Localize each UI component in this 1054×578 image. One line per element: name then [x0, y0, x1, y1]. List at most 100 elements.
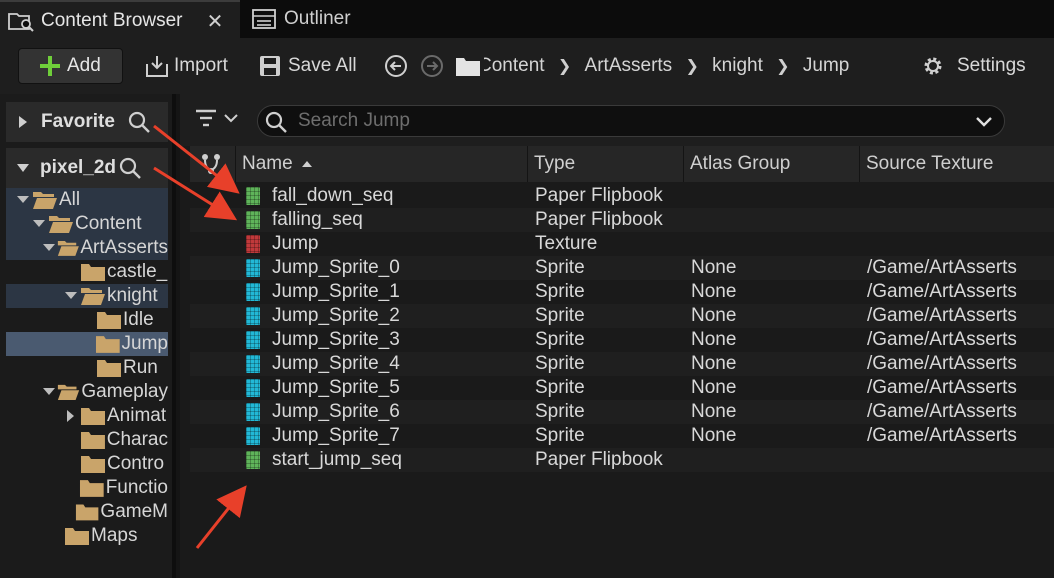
asset-source-texture: /Game/ArtAsserts: [867, 425, 1017, 446]
asset-type: Sprite: [535, 257, 585, 278]
close-icon[interactable]: ✕: [205, 9, 225, 34]
folder-tree-item[interactable]: Animat: [6, 404, 168, 428]
table-row[interactable]: Jump_Sprite_6 Sprite None/Game/ArtAsserts: [190, 400, 1054, 424]
favorites-label: Favorite: [41, 111, 115, 132]
table-row[interactable]: Jump_Sprite_7 Sprite None/Game/ArtAsserts: [190, 424, 1054, 448]
back-icon[interactable]: [384, 54, 408, 78]
chevron-right-icon[interactable]: ❯: [545, 56, 585, 76]
chevron-down-icon[interactable]: [64, 291, 78, 301]
table-row[interactable]: Jump_Sprite_5 Sprite None/Game/ArtAsserts: [190, 376, 1054, 400]
folder-icon: [97, 360, 121, 377]
asset-atlas-group: None: [691, 281, 737, 302]
asset-type: Paper Flipbook: [535, 449, 663, 470]
project-header[interactable]: pixel_2d: [6, 148, 168, 188]
settings-button[interactable]: Settings: [921, 48, 1026, 84]
folder-icon: [81, 456, 105, 473]
folder-tree-item[interactable]: castle_: [6, 260, 168, 284]
table-row[interactable]: Jump Texture: [190, 232, 1054, 256]
chevron-down-icon[interactable]: [42, 387, 56, 397]
asset-type: Sprite: [535, 377, 585, 398]
chevron-down-icon[interactable]: [32, 219, 46, 229]
asset-atlas-group: [691, 208, 851, 232]
breadcrumb-jump[interactable]: Jump: [803, 55, 849, 77]
favorites-header[interactable]: Favorite: [6, 102, 168, 142]
gear-icon: [924, 57, 942, 75]
table-row[interactable]: Jump_Sprite_4 Sprite None/Game/ArtAsserts: [190, 352, 1054, 376]
chevron-right-icon[interactable]: [18, 115, 28, 129]
flipbook-icon: [246, 211, 260, 229]
table-row[interactable]: start_jump_seq Paper Flipbook: [190, 448, 1054, 472]
tab-content-browser[interactable]: Content Browser ✕: [0, 0, 240, 38]
table-row[interactable]: Jump_Sprite_1 Sprite None/Game/ArtAsserts: [190, 280, 1054, 304]
folder-tree-item[interactable]: Content: [6, 212, 168, 236]
folder-tree-item[interactable]: Contro: [6, 452, 168, 476]
filter-button[interactable]: [194, 108, 238, 128]
import-button[interactable]: Import: [145, 48, 228, 84]
chevron-down-icon[interactable]: [16, 163, 30, 173]
breadcrumb-knight[interactable]: knight: [712, 55, 763, 77]
folder-icon: [456, 58, 480, 76]
folder-tree-label: All: [59, 189, 81, 210]
table-row[interactable]: Jump_Sprite_2 Sprite None/Game/ArtAsserts: [190, 304, 1054, 328]
folder-tree-item[interactable]: Charac: [6, 428, 168, 452]
folder-tree-item[interactable]: Run: [6, 356, 168, 380]
asset-name: Jump_Sprite_4: [272, 353, 400, 374]
search-input[interactable]: Search Jump: [257, 105, 1005, 137]
asset-type: Paper Flipbook: [535, 209, 663, 230]
breadcrumb-content[interactable]: Content: [484, 55, 545, 77]
folder-tree-item[interactable]: ArtAsserts: [6, 236, 168, 260]
folder-tree-item[interactable]: All: [6, 188, 168, 212]
folder-open-icon: [49, 216, 73, 233]
folder-tree-item[interactable]: Jump: [6, 332, 168, 356]
asset-atlas-group: [691, 448, 851, 472]
table-row[interactable]: fall_down_seq Paper Flipbook: [190, 184, 1054, 208]
folder-tree-item[interactable]: Maps: [6, 524, 168, 548]
search-icon: [265, 111, 287, 133]
asset-view: Search Jump Name Type Atlas Group Source…: [180, 94, 1054, 578]
column-name[interactable]: Name: [235, 146, 527, 182]
table-row[interactable]: falling_seq Paper Flipbook: [190, 208, 1054, 232]
asset-type: Sprite: [535, 281, 585, 302]
source-control-icon[interactable]: [200, 153, 222, 181]
table-row[interactable]: Jump_Sprite_3 Sprite None/Game/ArtAsserts: [190, 328, 1054, 352]
chevron-down-icon[interactable]: [16, 195, 30, 205]
chevron-right-icon[interactable]: ❯: [672, 56, 712, 76]
folder-tree-label: Run: [123, 357, 158, 378]
asset-name: Jump_Sprite_2: [272, 305, 400, 326]
content-browser-icon: [8, 13, 34, 32]
folder-tree-label: ArtAsserts: [80, 237, 168, 258]
tab-outliner[interactable]: Outliner: [244, 0, 384, 38]
asset-name: start_jump_seq: [272, 449, 402, 470]
table-row[interactable]: Jump_Sprite_0 Sprite None/Game/ArtAsserts: [190, 256, 1054, 280]
asset-source-texture: /Game/ArtAsserts: [867, 401, 1017, 422]
chevron-right-icon[interactable]: [66, 409, 76, 423]
texture-icon: [246, 235, 260, 253]
save-all-button[interactable]: Save All: [259, 48, 357, 84]
column-atlas-group[interactable]: Atlas Group: [683, 146, 859, 182]
search-icon[interactable]: [127, 110, 151, 134]
chevron-right-icon[interactable]: ❯: [763, 56, 803, 76]
folder-tree-item[interactable]: Idle: [6, 308, 168, 332]
add-button[interactable]: Add: [18, 48, 123, 84]
column-source-texture[interactable]: Source Texture: [859, 146, 1054, 182]
search-icon[interactable]: [118, 156, 142, 180]
chevron-down-icon[interactable]: [976, 116, 992, 127]
sprite-icon: [246, 307, 260, 325]
sprite-icon: [246, 283, 260, 301]
chevron-down-icon[interactable]: [42, 243, 56, 253]
sources-panel: Favorite pixel_2d All Content ArtAsserts ca…: [0, 94, 176, 578]
folder-tree-label: Gameplay: [81, 381, 168, 402]
asset-name: Jump_Sprite_0: [272, 257, 400, 278]
folder-tree-item[interactable]: knight: [6, 284, 168, 308]
folder-tree-item[interactable]: Functio: [6, 476, 168, 500]
asset-atlas-group: None: [691, 401, 737, 422]
forward-icon[interactable]: [420, 54, 444, 78]
column-type[interactable]: Type: [527, 146, 683, 182]
sprite-icon: [246, 259, 260, 277]
folder-tree-item[interactable]: Gameplay: [6, 380, 168, 404]
folder-tree-item[interactable]: GameM: [6, 500, 168, 524]
breadcrumb: Content ❯ ArtAsserts ❯ knight ❯ Jump: [484, 48, 904, 84]
breadcrumb-artasserts[interactable]: ArtAsserts: [585, 55, 673, 77]
asset-name: Jump: [272, 233, 319, 254]
asset-source-texture: /Game/ArtAsserts: [867, 329, 1017, 350]
